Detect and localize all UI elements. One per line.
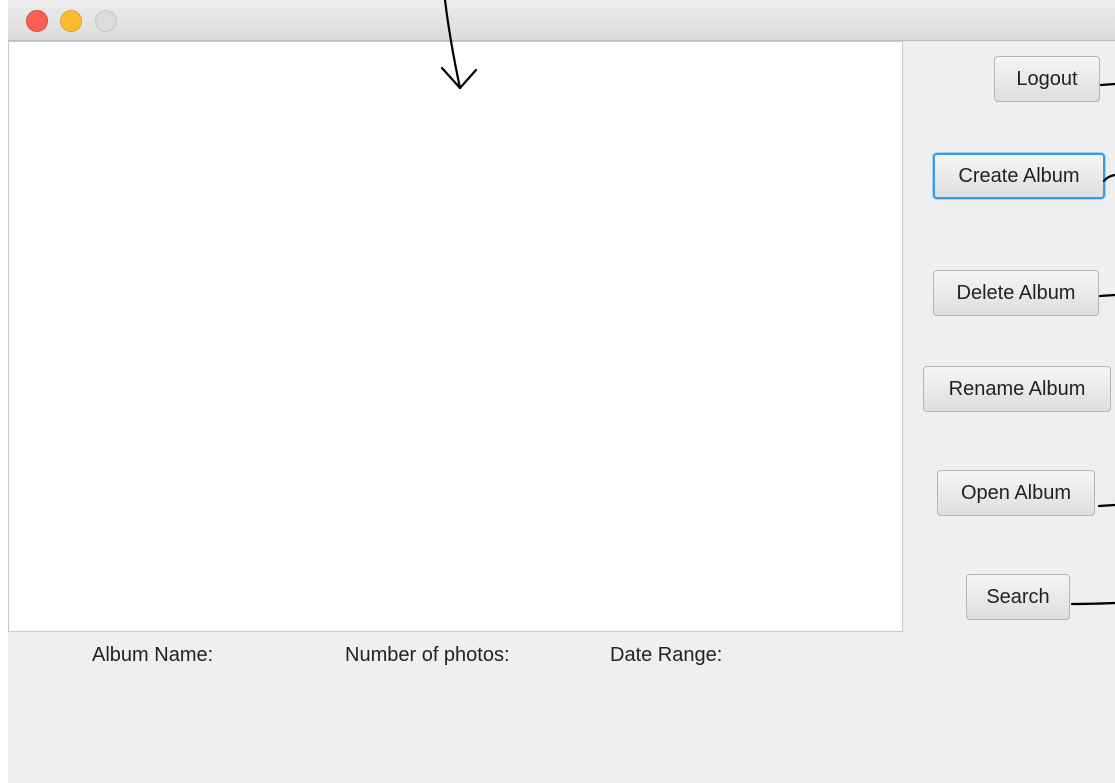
minimize-window-icon[interactable] [60,10,82,32]
date-range-label: Date Range: [610,644,723,666]
logout-button[interactable]: Logout [994,56,1100,102]
open-album-button[interactable]: Open Album [937,470,1095,516]
close-window-icon[interactable] [26,10,48,32]
rename-album-button[interactable]: Rename Album [923,366,1111,412]
photo-count-label: Number of photos: [345,644,510,666]
album-name-label: Album Name: [92,644,214,666]
zoom-window-icon [95,10,117,32]
create-album-button[interactable]: Create Album [933,153,1105,199]
title-bar[interactable] [8,0,1115,41]
app-window: Logout Create Album Delete Album Rename … [8,0,1115,783]
search-button[interactable]: Search [966,574,1070,620]
album-list[interactable] [8,41,903,632]
delete-album-button[interactable]: Delete Album [933,270,1099,316]
